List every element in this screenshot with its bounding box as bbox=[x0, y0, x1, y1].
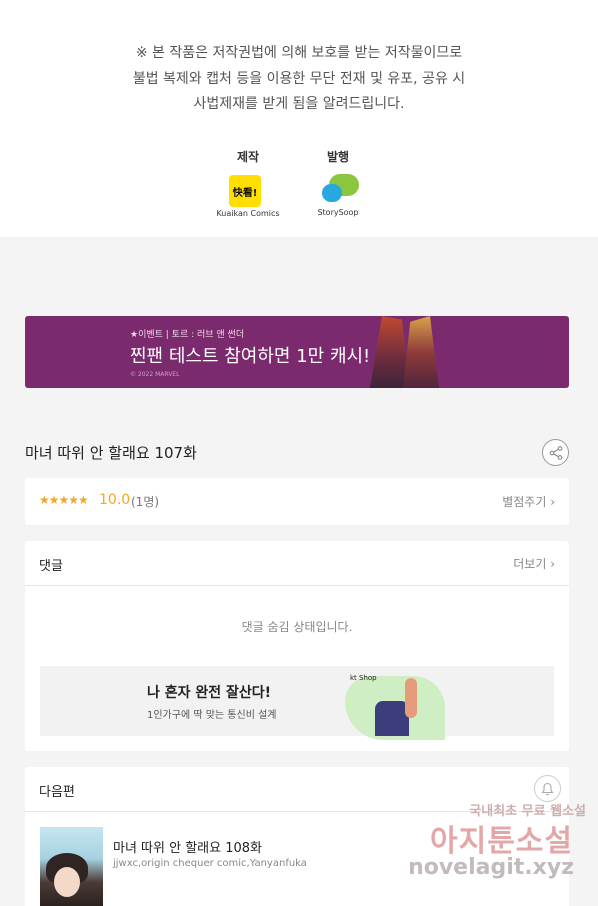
storysoop-logo bbox=[319, 174, 359, 208]
event-banner[interactable]: ★이벤트 | 토르 : 러브 앤 썬더 찐팬 테스트 참여하면 1만 캐시! ©… bbox=[25, 316, 569, 388]
comments-hidden-message: 댓글 숨김 상태입니다. bbox=[241, 620, 353, 634]
next-episode-thumbnail[interactable] bbox=[40, 827, 103, 906]
rate-button[interactable]: 별점주기 › bbox=[502, 493, 555, 510]
next-episode-title[interactable]: 마녀 따위 안 할래요 108화 bbox=[113, 837, 262, 856]
rating-card: ★★★★★ 10.0 (1명) 별점주기 › bbox=[25, 478, 569, 525]
notice-line-3: 사법제재를 받게 됨을 알려드립니다. bbox=[193, 96, 405, 112]
episode-title: 마녀 따위 안 할래요 107화 bbox=[25, 444, 197, 462]
bell-icon bbox=[541, 782, 554, 795]
copyright-notice: ※ 본 작품은 저작권법에 의해 보호를 받는 저작물이므로 불법 복제와 캡처… bbox=[0, 41, 598, 118]
watermark-brand: 아지툰소설 bbox=[430, 824, 573, 859]
comments-title: 댓글 bbox=[39, 559, 63, 574]
share-button[interactable] bbox=[542, 439, 569, 466]
banner-hero-image bbox=[370, 316, 410, 388]
publisher-label: 발행 bbox=[326, 150, 350, 164]
next-episode-section-title: 다음편 bbox=[39, 785, 75, 800]
site-watermark: 국내최초 무료 웹소설 아지툰소설 novelagit.xyz bbox=[408, 800, 598, 890]
star-rating-icon: ★★★★★ bbox=[39, 493, 89, 507]
comments-more-button[interactable]: 더보기 › bbox=[513, 555, 555, 572]
ad-brand: kt Shop bbox=[350, 674, 377, 682]
thumbnail-character-face bbox=[54, 867, 80, 897]
banner-heroine-image bbox=[403, 316, 439, 388]
publisher-name: StorySoop bbox=[317, 208, 359, 217]
banner-headline: 찐팬 테스트 참여하면 1만 캐시! bbox=[130, 346, 371, 367]
comments-header: 댓글 더보기 › bbox=[25, 541, 569, 586]
banner-subtitle: ★이벤트 | 토르 : 러브 앤 썬더 bbox=[130, 330, 245, 340]
publisher-credit: 발행 StorySoop bbox=[288, 148, 388, 217]
producer-name: Kuaikan Comics bbox=[216, 209, 280, 218]
next-episode-authors: jjwxc,origin chequer comic,Yanyanfuka bbox=[113, 858, 307, 869]
episode-title-row: 마녀 따위 안 할래요 107화 bbox=[25, 437, 569, 467]
storysoop-bubble-blue bbox=[322, 184, 342, 202]
kuaikan-logo: 快看! bbox=[229, 175, 267, 209]
ad-illustration-person bbox=[375, 701, 409, 736]
kuaikan-logo-mark: 快看! bbox=[229, 175, 261, 207]
notification-button[interactable] bbox=[534, 775, 561, 802]
credits: 제작 快看! Kuaikan Comics 발행 StorySoop bbox=[0, 148, 598, 228]
banner-copyright: © 2022 MARVEL bbox=[130, 371, 180, 378]
ad-illustration-figure bbox=[405, 678, 417, 718]
notice-line-1: ※ 본 작품은 저작권법에 의해 보호를 받는 저작물이므로 bbox=[135, 45, 463, 61]
watermark-url: novelagit.xyz bbox=[408, 855, 574, 880]
copyright-section: ※ 본 작품은 저작권법에 의해 보호를 받는 저작물이므로 불법 복제와 캡처… bbox=[0, 0, 598, 237]
ad-subtitle: 1인가구에 딱 맞는 통신비 설계 bbox=[147, 710, 277, 721]
rating-score: 10.0 bbox=[99, 492, 131, 508]
producer-label: 제작 bbox=[236, 150, 260, 164]
comments-card: 댓글 더보기 › 댓글 숨김 상태입니다. kt Shop 나 혼자 완전 잘산… bbox=[25, 541, 569, 751]
share-icon bbox=[549, 445, 562, 460]
kt-shop-ad[interactable]: kt Shop 나 혼자 완전 잘산다! 1인가구에 딱 맞는 통신비 설계 bbox=[40, 666, 554, 740]
rating-count: (1명) bbox=[131, 495, 160, 509]
producer-credit: 제작 快看! Kuaikan Comics bbox=[198, 148, 298, 218]
notice-line-2: 불법 복제와 캡처 등을 이용한 무단 전재 및 유포, 공유 시 bbox=[132, 70, 466, 87]
ad-title: 나 혼자 완전 잘산다! bbox=[147, 685, 272, 701]
